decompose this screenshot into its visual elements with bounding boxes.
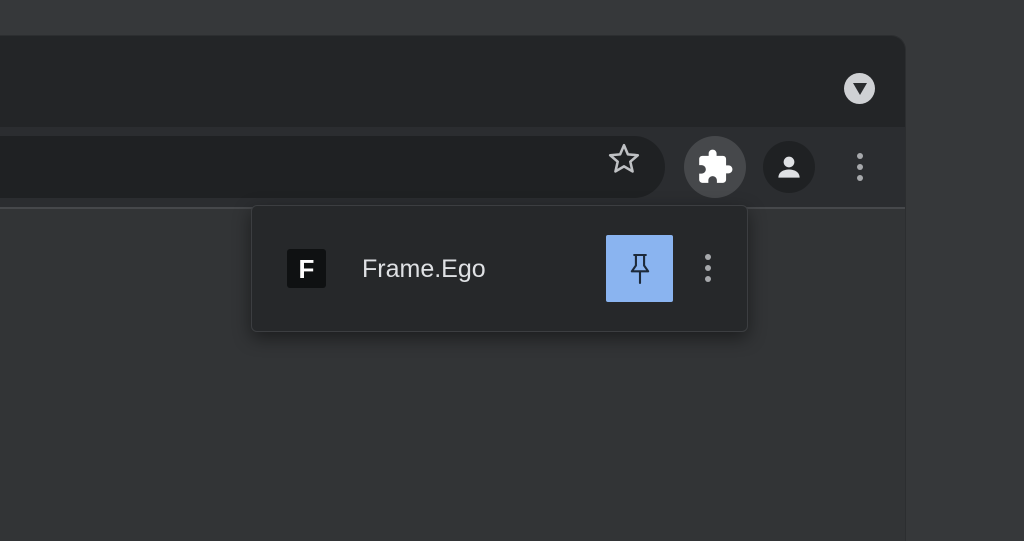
pin-extension-button[interactable] bbox=[606, 235, 673, 302]
menu-dot bbox=[705, 265, 711, 271]
bookmark-star-button[interactable] bbox=[604, 139, 644, 179]
desktop-background: F Frame.Ego bbox=[0, 0, 1024, 541]
pushpin-icon bbox=[630, 253, 649, 284]
extensions-menu-popup: F Frame.Ego bbox=[251, 205, 748, 332]
puzzle-piece-icon bbox=[699, 149, 733, 183]
menu-dot bbox=[857, 175, 863, 181]
menu-dot bbox=[705, 254, 711, 260]
address-bar[interactable] bbox=[0, 136, 665, 198]
vertical-dots-icon bbox=[705, 254, 711, 282]
star-outline-icon bbox=[608, 143, 640, 173]
extension-more-button[interactable] bbox=[696, 242, 720, 294]
tab-strip bbox=[0, 36, 905, 127]
person-icon bbox=[778, 156, 800, 178]
extension-icon-letter: F bbox=[298, 253, 315, 284]
extension-item-frame-ego[interactable]: F Frame.Ego bbox=[252, 206, 747, 331]
menu-dot bbox=[857, 164, 863, 170]
extension-icon: F bbox=[287, 249, 326, 288]
toolbar bbox=[0, 127, 905, 207]
tab-search-button[interactable] bbox=[844, 73, 875, 104]
menu-dot bbox=[857, 153, 863, 159]
extension-name: Frame.Ego bbox=[362, 255, 486, 283]
triangle-down-icon bbox=[852, 82, 867, 95]
profile-button[interactable] bbox=[763, 141, 815, 193]
menu-dot bbox=[705, 276, 711, 282]
vertical-dots-icon bbox=[857, 153, 863, 181]
browser-menu-button[interactable] bbox=[842, 141, 878, 193]
extensions-button[interactable] bbox=[684, 136, 746, 198]
